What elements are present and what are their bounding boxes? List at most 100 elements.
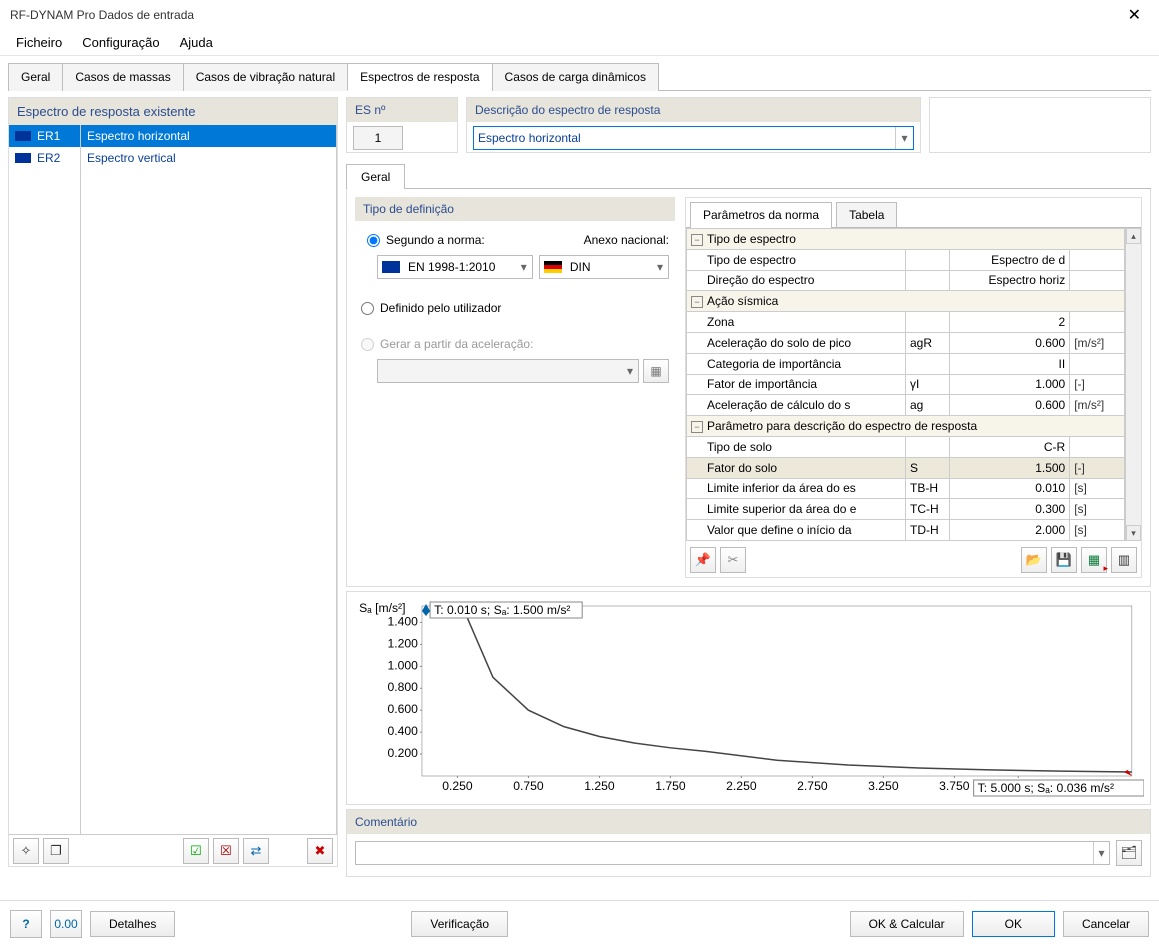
param-label: Zona: [687, 312, 906, 333]
delete-icon[interactable]: ✖: [307, 838, 333, 864]
param-symbol: ag: [905, 395, 949, 416]
svg-text:1.400: 1.400: [387, 615, 418, 629]
open-icon[interactable]: 📂: [1021, 547, 1047, 573]
svg-text:0.750: 0.750: [513, 779, 544, 793]
param-value[interactable]: 0.600: [949, 395, 1069, 416]
menu-config[interactable]: Configuração: [72, 31, 169, 54]
export-icon[interactable]: ▥: [1111, 547, 1137, 573]
param-group[interactable]: −Ação sísmica: [687, 291, 1125, 312]
param-unit: [m/s²]: [1070, 395, 1125, 416]
ok-button[interactable]: OK: [972, 911, 1055, 937]
param-group[interactable]: −Tipo de espectro: [687, 229, 1125, 250]
param-symbol: S: [905, 457, 949, 478]
scroll-up-icon[interactable]: ▴: [1126, 228, 1141, 244]
param-unit: [1070, 353, 1125, 374]
param-symbol: TD-H: [905, 520, 949, 541]
chevron-down-icon[interactable]: ▾: [516, 260, 532, 274]
chevron-down-icon[interactable]: ▾: [1093, 842, 1109, 864]
param-unit: [m/s²]: [1070, 332, 1125, 353]
window-title: RF-DYNAM Pro Dados de entrada: [10, 8, 194, 22]
param-symbol: TB-H: [905, 478, 949, 499]
chevron-down-icon[interactable]: ▾: [652, 260, 668, 274]
tab-espectros[interactable]: Espectros de resposta: [347, 63, 492, 91]
ok-calc-button[interactable]: OK & Calcular: [850, 911, 964, 937]
radio-user-defined[interactable]: [361, 302, 374, 315]
param-value[interactable]: 2.000: [949, 520, 1069, 541]
sub-tab-geral[interactable]: Geral: [346, 164, 405, 189]
svg-text:3.250: 3.250: [868, 779, 899, 793]
param-unit: [1070, 249, 1125, 270]
scroll-down-icon[interactable]: ▾: [1126, 525, 1141, 541]
menu-help[interactable]: Ajuda: [170, 31, 223, 54]
uncheck-icon[interactable]: ☒: [213, 838, 239, 864]
param-label: Fator de importância: [687, 374, 906, 395]
param-symbol: agR: [905, 332, 949, 353]
param-tab-norma[interactable]: Parâmetros da norma: [690, 202, 832, 228]
param-symbol: [905, 270, 949, 291]
menu-file[interactable]: Ficheiro: [6, 31, 72, 54]
help-icon[interactable]: ?: [10, 910, 42, 938]
param-value[interactable]: 0.600: [949, 332, 1069, 353]
vertical-scrollbar[interactable]: ▴ ▾: [1125, 228, 1141, 541]
units-icon[interactable]: 0.00: [50, 910, 82, 938]
param-unit: [1070, 312, 1125, 333]
tab-vibracao[interactable]: Casos de vibração natural: [183, 63, 348, 91]
cancel-button[interactable]: Cancelar: [1063, 911, 1149, 937]
svg-text:1.250: 1.250: [584, 779, 615, 793]
param-value[interactable]: II: [949, 353, 1069, 374]
param-value[interactable]: 0.300: [949, 499, 1069, 520]
pin-icon[interactable]: 📌: [690, 547, 716, 573]
param-value[interactable]: 0.010: [949, 478, 1069, 499]
param-grid[interactable]: −Tipo de espectroTipo de espectro Espectr…: [686, 228, 1125, 541]
save-icon[interactable]: 💾: [1051, 547, 1077, 573]
svg-text:1.000: 1.000: [387, 658, 418, 672]
list-item-er2-desc[interactable]: Espectro vertical: [81, 147, 336, 169]
close-icon[interactable]: ✕: [1120, 1, 1149, 29]
param-unit: [s]: [1070, 520, 1125, 541]
es-num-label: ES nº: [347, 98, 457, 122]
param-group[interactable]: −Parâmetro para descrição do espectro de…: [687, 416, 1125, 437]
toggle-icon[interactable]: ⇄: [243, 838, 269, 864]
svg-text:1.750: 1.750: [655, 779, 686, 793]
param-value[interactable]: 1.000: [949, 374, 1069, 395]
pick-accel-icon: ▦: [643, 359, 669, 383]
param-value[interactable]: C-R: [949, 436, 1069, 457]
radio-user-defined-label: Definido pelo utilizador: [380, 301, 501, 315]
comment-lib-icon[interactable]: 🗂: [1116, 840, 1142, 866]
standard-dropdown[interactable]: EN 1998-1:2010▾: [377, 255, 533, 279]
definition-header: Tipo de definição: [355, 197, 675, 221]
chart-ylabel: Sₐ [m/s²]: [359, 601, 405, 615]
radio-by-standard[interactable]: [367, 234, 380, 247]
list-item-er1-desc[interactable]: Espectro horizontal: [81, 125, 336, 147]
svg-text:0.800: 0.800: [387, 680, 418, 694]
param-value[interactable]: Espectro horiz: [949, 270, 1069, 291]
copy-icon[interactable]: ❐: [43, 838, 69, 864]
desc-input[interactable]: [474, 127, 895, 149]
es-num-input[interactable]: [353, 126, 403, 150]
excel-icon[interactable]: ▦▸: [1081, 547, 1107, 573]
param-value[interactable]: 2: [949, 312, 1069, 333]
details-button[interactable]: Detalhes: [90, 911, 175, 937]
new-icon[interactable]: ✧: [13, 838, 39, 864]
param-symbol: γI: [905, 374, 949, 395]
tab-massas[interactable]: Casos de massas: [62, 63, 183, 91]
tab-geral[interactable]: Geral: [8, 63, 63, 91]
tab-carga[interactable]: Casos de carga dinâmicos: [492, 63, 659, 91]
param-unit: [s]: [1070, 478, 1125, 499]
chevron-down-icon[interactable]: ▾: [895, 127, 913, 149]
checkall-icon[interactable]: ☑: [183, 838, 209, 864]
param-value[interactable]: 1.500: [949, 457, 1069, 478]
list-item-er2-id[interactable]: ER2: [9, 147, 80, 169]
unpin-icon[interactable]: ✂: [720, 547, 746, 573]
verify-button[interactable]: Verificação: [411, 911, 508, 937]
param-label: Tipo de espectro: [687, 249, 906, 270]
comment-input[interactable]: [356, 842, 1093, 864]
param-unit: [s]: [1070, 499, 1125, 520]
annex-dropdown[interactable]: DIN▾: [539, 255, 669, 279]
eu-flag-icon: [382, 261, 400, 273]
accel-dropdown: ▾: [377, 359, 639, 383]
param-tab-tabela[interactable]: Tabela: [836, 202, 897, 228]
svg-text:2.250: 2.250: [726, 779, 757, 793]
list-item-er1-id[interactable]: ER1: [9, 125, 80, 147]
param-value[interactable]: Espectro de d: [949, 249, 1069, 270]
